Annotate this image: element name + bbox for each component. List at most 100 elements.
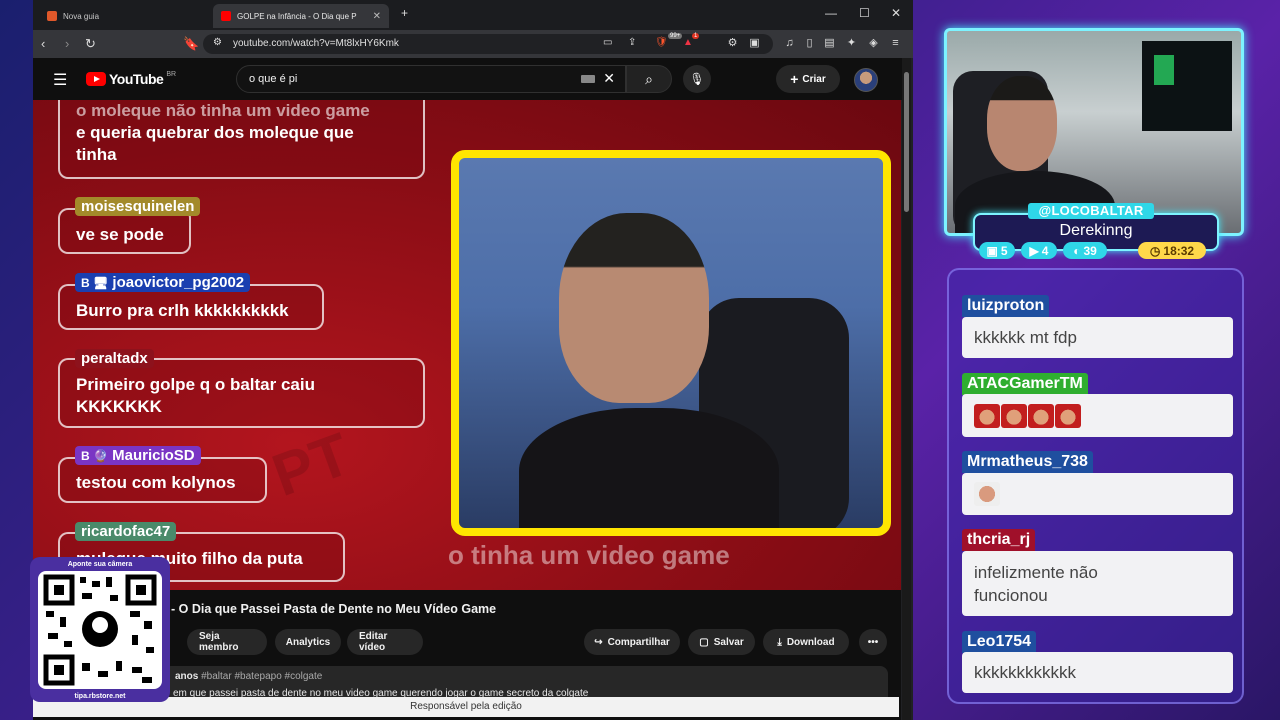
chat-text: o moleque não tinha um video game <box>76 101 370 120</box>
clock-icon: ◷ <box>1149 243 1161 258</box>
chat-username: luizproton <box>962 295 1050 317</box>
reload-icon[interactable]: ↻ <box>85 36 96 52</box>
hamburger-menu-icon[interactable]: ☰ <box>53 70 67 90</box>
bookmark-icon[interactable]: 🔖 <box>183 36 199 52</box>
stat-value: 39 <box>1083 243 1097 258</box>
brave-icon <box>47 11 57 21</box>
create-button[interactable]: + Criar <box>776 65 840 93</box>
sidebar-icon[interactable]: ▯ <box>803 37 816 50</box>
emote-icon <box>1055 403 1081 428</box>
edit-video-button[interactable]: Editar vídeo <box>347 629 423 655</box>
tab-youtube[interactable]: GOLPE na Infância - O Dia que Pass ✕ <box>213 4 389 28</box>
share-label: Compartilhar <box>607 636 670 648</box>
country-code: BR <box>166 71 177 78</box>
youtube-viewers: ▶ 4 <box>1021 242 1057 259</box>
latest-subscriber: Derekinng <box>1059 222 1133 239</box>
menu-icon[interactable]: ≡ <box>889 37 902 50</box>
chat-message: kkkkkkkkkkkk <box>962 652 1233 693</box>
background-logo: PT <box>263 419 359 510</box>
tab-new[interactable]: Nova guia <box>39 4 209 28</box>
chat-username: ATACGamerTM <box>962 373 1088 395</box>
chat-username: Leo1754 <box>962 631 1037 653</box>
more-actions-button[interactable]: ••• <box>859 629 887 655</box>
share-icon[interactable]: ⇪ <box>628 37 636 48</box>
close-window-button[interactable]: ✕ <box>891 6 901 20</box>
stat-value: 5 <box>1000 243 1008 258</box>
kick-icon: ◐ <box>1073 243 1081 258</box>
channel-handle: @LOCOBALTAR <box>1028 203 1154 219</box>
join-button[interactable]: Seja membro <box>187 629 267 655</box>
youtube-logo[interactable]: YouTube BR <box>86 71 176 87</box>
back-icon[interactable]: ‹ <box>41 36 45 51</box>
chat-username: peraltadx <box>75 349 154 368</box>
download-button[interactable]: ⤓ Download <box>763 629 849 655</box>
chat-text: e queria quebrar dos moleque que <box>76 123 354 142</box>
url-text: youtube.com/watch?v=Mt8lxHY6Kmk <box>233 38 399 49</box>
forward-icon[interactable]: › <box>65 36 69 51</box>
chat-text: testou com kolynos <box>76 473 236 492</box>
chat-text: Burro pra crlh kkkkkkkkkk <box>76 301 289 320</box>
qr-caption: Aponte sua câmera <box>67 561 133 568</box>
download-icon: ⤓ <box>777 636 782 648</box>
scroll-thumb[interactable] <box>904 72 909 212</box>
keyboard-icon[interactable] <box>581 75 595 83</box>
youtube-favicon-icon <box>221 11 231 21</box>
chat-text: ve se pode <box>76 225 164 244</box>
new-tab-button[interactable]: + <box>401 6 408 20</box>
music-icon[interactable]: ♫ <box>783 37 796 50</box>
username-text: MauricioSD <box>112 447 195 464</box>
minimize-button[interactable]: — <box>825 6 837 20</box>
background-monitor <box>1142 41 1232 131</box>
streamer-head <box>559 213 709 403</box>
stat-value: 18:32 <box>1163 243 1195 258</box>
search-icon: ⌕ <box>645 71 653 87</box>
clear-search-icon[interactable]: ✕ <box>603 70 615 87</box>
youtube-play-icon <box>86 72 106 86</box>
logo-text: YouTube <box>109 71 164 87</box>
plus-icon: + <box>790 71 799 87</box>
stat-value: 4 <box>1041 243 1049 258</box>
search-value: o que é pi <box>249 73 298 85</box>
vpn-icon[interactable]: ◈ <box>867 37 880 50</box>
user-badges: B 🖥 <box>81 276 109 290</box>
maximize-button[interactable]: ☐ <box>859 6 870 20</box>
chat-text: KKKKKKK <box>76 397 162 416</box>
chat-username: moisesquinelen <box>75 197 201 216</box>
chat-username: Mrmatheus_738 <box>962 451 1093 473</box>
screenshot-icon[interactable]: ▣ <box>748 37 761 50</box>
search-input[interactable]: o que é pi ✕ <box>236 65 626 93</box>
emote-icon <box>1028 403 1054 428</box>
share-button[interactable]: ↪ Compartilhar <box>584 629 680 655</box>
chat-text: kkkkkkkkkkkk <box>974 663 1076 682</box>
save-button[interactable]: ▢ Salvar <box>688 629 755 655</box>
stream-uptime: ◷ 18:32 <box>1138 242 1206 259</box>
avatar[interactable] <box>854 68 878 92</box>
extensions-icon[interactable]: ⚙ <box>726 37 739 50</box>
voice-search-icon[interactable]: 🎙 <box>683 65 711 93</box>
chat-text: tinha <box>76 145 117 164</box>
close-tab-icon[interactable]: ✕ <box>373 11 381 22</box>
wallet-icon[interactable]: ▤ <box>823 37 836 50</box>
emote-icon <box>974 482 1000 506</box>
user-badges: B 🔮 <box>81 449 108 463</box>
url-field[interactable]: ⚙ youtube.com/watch?v=Mt8lxHY6Kmk ▭ ⇪ 🛡 … <box>203 33 773 54</box>
site-info-icon[interactable]: ⚙ <box>213 37 222 48</box>
search-button[interactable]: ⌕ <box>626 65 672 93</box>
emote-icon <box>974 403 1000 428</box>
rewards-icon[interactable]: ▲ <box>683 37 693 48</box>
leo-icon[interactable]: ✦ <box>845 37 858 50</box>
video-player[interactable]: PT o moleque não tinha um video game e q… <box>33 100 901 590</box>
kick-viewers: ◐ 39 <box>1063 242 1107 259</box>
bookmark-icon: ▢ <box>699 636 709 648</box>
chat-message <box>962 473 1233 515</box>
brave-shield-icon[interactable]: 🛡 <box>655 37 668 48</box>
page-scrollbar[interactable] <box>902 58 911 720</box>
tab-bar: Nova guia GOLPE na Infância - O Dia que … <box>33 0 913 30</box>
chat-text: infelizmente não funcionou <box>974 562 1098 605</box>
video-title: - O Dia que Passei Pasta de Dente no Meu… <box>171 602 497 616</box>
analytics-button[interactable]: Analytics <box>275 629 341 655</box>
cast-icon[interactable]: ▭ <box>603 37 612 48</box>
twitch-viewers: ▣ 5 <box>979 242 1015 259</box>
streamer-body <box>519 408 779 528</box>
rewards-badge: 1 <box>692 33 700 39</box>
